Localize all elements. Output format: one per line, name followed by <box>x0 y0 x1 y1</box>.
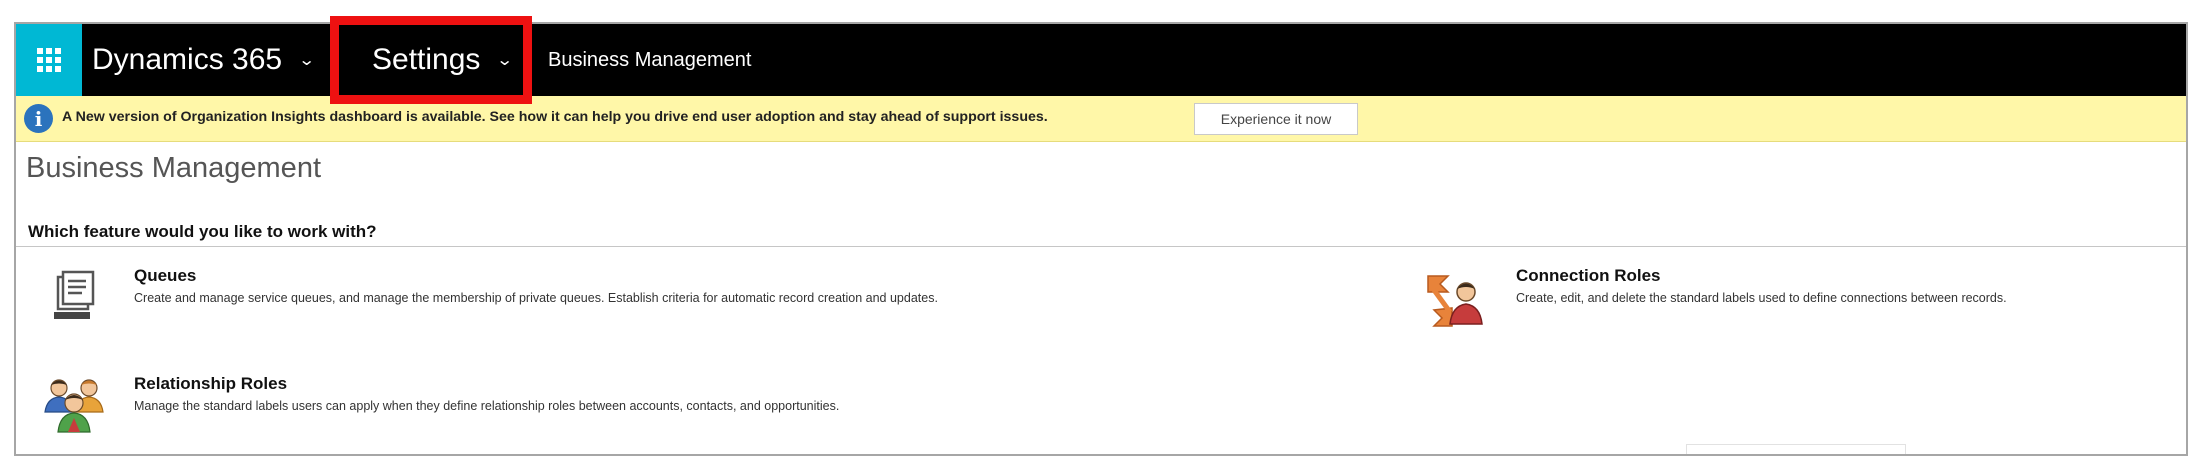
feature-title-connection-roles[interactable]: Connection Roles <box>1516 266 1661 286</box>
info-icon: i <box>24 104 53 133</box>
divider <box>16 246 2186 247</box>
feature-title-relationship-roles[interactable]: Relationship Roles <box>134 374 287 394</box>
chevron-down-icon: ⌄ <box>298 52 316 69</box>
connection-roles-icon <box>1427 275 1483 327</box>
app-launcher-button[interactable] <box>16 24 82 96</box>
experience-it-now-button[interactable]: Experience it now <box>1194 103 1358 135</box>
feature-title-queues[interactable]: Queues <box>134 266 196 286</box>
app-name: Dynamics 365 <box>92 43 283 76</box>
settings-highlight-box <box>330 16 532 104</box>
waffle-icon <box>37 48 61 72</box>
feature-description: Create and manage service queues, and ma… <box>134 291 938 305</box>
breadcrumb-label: Business Management <box>548 48 752 71</box>
tooltip-edge <box>1686 444 1906 454</box>
section-heading: Which feature would you like to work wit… <box>28 222 377 241</box>
relationship-roles-icon <box>44 379 104 433</box>
page-title: Business Management <box>26 152 321 184</box>
feature-description: Create, edit, and delete the standard la… <box>1516 291 2007 305</box>
queue-icon <box>54 270 95 319</box>
feature-description: Manage the standard labels users can app… <box>134 399 840 413</box>
banner-message: A New version of Organization Insights d… <box>62 109 1048 125</box>
breadcrumb-business-management[interactable]: Business Management <box>548 24 751 96</box>
app-switcher[interactable]: Dynamics 365 ⌄ <box>92 24 316 96</box>
